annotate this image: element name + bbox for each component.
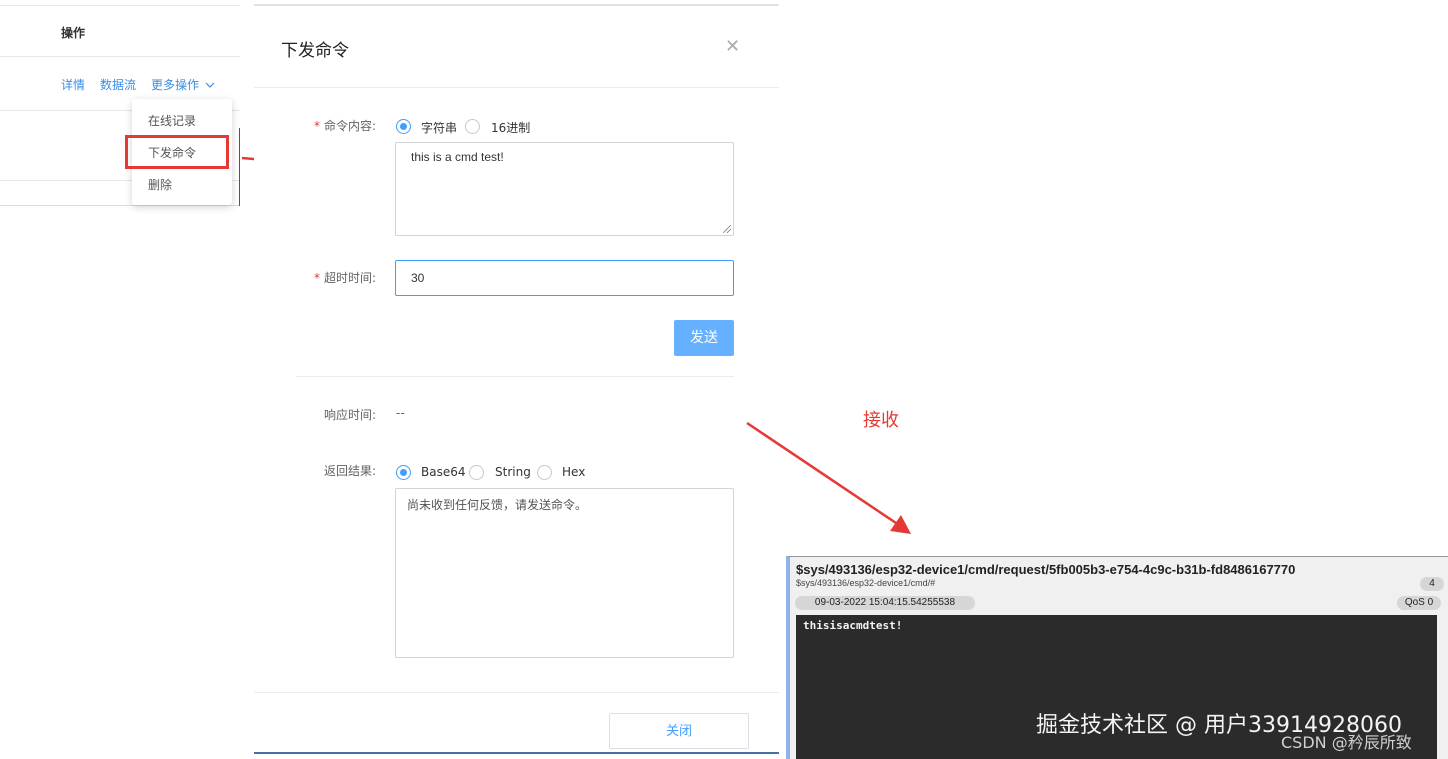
chevron-down-icon [205, 82, 215, 88]
red-arrow-icon [746, 421, 911, 534]
radio-string[interactable] [396, 119, 411, 134]
result-textarea[interactable]: 尚未收到任何反馈，请发送命令。 [395, 488, 734, 658]
response-time-value: -- [396, 406, 405, 420]
section-divider [296, 376, 734, 377]
result-label: 返回结果: [323, 464, 376, 478]
watermark-csdn: CSDN @矜辰所致 [1281, 733, 1412, 752]
details-link[interactable]: 详情 [61, 76, 85, 93]
radio-result-hex-label: Hex [562, 465, 586, 479]
dialog-footer-divider [254, 692, 779, 693]
dialog-title: 下发命令 [281, 41, 349, 61]
command-textarea[interactable]: this is a cmd test! [395, 142, 734, 236]
more-actions-link[interactable]: 更多操作 [151, 76, 215, 93]
message-timestamp: 09-03-2022 15:04:15.54255538 [795, 596, 975, 610]
close-button[interactable]: 关闭 [609, 713, 749, 749]
qos-badge: QoS 0 [1397, 596, 1441, 610]
radio-hex[interactable] [465, 119, 480, 134]
mqtt-subscription: $sys/493136/esp32-device1/cmd/# [796, 578, 936, 588]
response-time-label: 响应时间: [323, 408, 376, 422]
radio-result-string[interactable] [469, 465, 484, 480]
payload-text: thisisacmdtest! [803, 619, 903, 632]
dialog-bottom-border [254, 752, 779, 754]
command-text: this is a cmd test! [411, 150, 504, 164]
timeout-value: 30 [411, 271, 425, 285]
timeout-input[interactable]: 30 [395, 260, 734, 296]
radio-hex-label: 16进制 [491, 121, 531, 135]
table-top-border [0, 5, 240, 6]
close-icon[interactable]: ✕ [725, 36, 740, 57]
command-content-label: * 命令内容: [256, 117, 376, 134]
timeout-label: * 超时时间: [256, 269, 376, 286]
command-content-label-text: 命令内容: [323, 119, 376, 133]
table-bottom-border [0, 205, 240, 206]
resize-grip-icon[interactable] [723, 225, 731, 233]
radio-string-label: 字符串 [421, 121, 458, 135]
required-mark: * [313, 119, 320, 133]
menu-item-online-records[interactable]: 在线记录 [148, 112, 196, 129]
mqtt-topic: $sys/493136/esp32-device1/cmd/request/5f… [796, 562, 1296, 577]
required-mark: * [313, 271, 320, 285]
column-header-actions: 操作 [61, 26, 86, 40]
more-actions-label: 更多操作 [151, 78, 200, 92]
dialog-header-divider [254, 87, 779, 88]
result-text: 尚未收到任何反馈，请发送命令。 [407, 498, 588, 512]
menu-item-delete[interactable]: 删除 [148, 176, 172, 193]
message-count-badge: 4 [1420, 577, 1444, 591]
radio-base64-label: Base64 [421, 465, 466, 479]
timeout-label-text: 超时时间: [323, 271, 376, 285]
dataflow-link[interactable]: 数据流 [100, 76, 136, 93]
send-command-highlight-box [125, 135, 229, 169]
radio-result-string-label: String [495, 465, 531, 479]
table-header-divider [0, 56, 240, 57]
radio-result-hex[interactable] [537, 465, 552, 480]
radio-base64[interactable] [396, 465, 411, 480]
send-button[interactable]: 发送 [674, 320, 734, 356]
